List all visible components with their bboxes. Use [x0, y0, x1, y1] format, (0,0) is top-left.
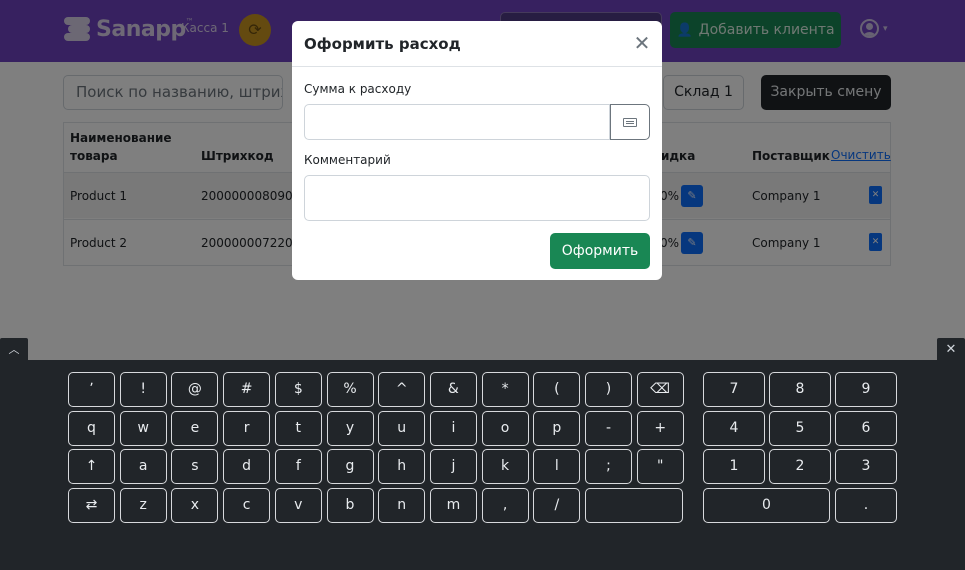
key[interactable]: ʼ: [68, 372, 115, 407]
key[interactable]: @: [171, 372, 219, 407]
keyboard-collapse-button[interactable]: ︿: [0, 338, 28, 360]
modal-header: Оформить расход ✕: [292, 21, 662, 67]
key[interactable]: f: [274, 449, 322, 484]
key[interactable]: s: [171, 449, 219, 484]
numpad-key[interactable]: 3: [835, 449, 897, 484]
key[interactable]: %: [326, 372, 374, 407]
numpad-key[interactable]: 0: [703, 488, 830, 523]
key[interactable]: *: [481, 372, 529, 407]
key[interactable]: j: [429, 449, 477, 484]
numpad-key[interactable]: .: [835, 488, 897, 523]
amount-input[interactable]: [304, 104, 610, 140]
key[interactable]: w: [119, 411, 167, 446]
virtual-keyboard: ʼ! @ # $% ^ & *() ⌫ q w e r t y u i o p - + ↑ a s d f g h j k l; " ⇄ z x c…: [0, 360, 965, 570]
keyboard-icon: [623, 117, 637, 127]
key[interactable]: q: [68, 411, 115, 446]
key[interactable]: m: [429, 488, 477, 523]
key[interactable]: -: [585, 411, 632, 446]
key[interactable]: k: [481, 449, 529, 484]
key[interactable]: y: [326, 411, 374, 446]
language-switch-key[interactable]: ⇄: [68, 488, 115, 523]
numpad-key[interactable]: 2: [769, 449, 831, 484]
comment-textarea[interactable]: [304, 175, 650, 221]
key[interactable]: ,: [481, 488, 529, 523]
key[interactable]: c: [223, 488, 271, 523]
expense-modal: Оформить расход ✕ Сумма к расходу Коммен…: [292, 21, 662, 280]
keyboard-toggle-button[interactable]: [610, 104, 650, 140]
key[interactable]: p: [533, 411, 581, 446]
numpad-key[interactable]: 6: [835, 411, 897, 446]
key[interactable]: r: [223, 411, 271, 446]
key[interactable]: i: [429, 411, 477, 446]
modal-title: Оформить расход: [304, 35, 461, 53]
key[interactable]: v: [274, 488, 322, 523]
numpad-key[interactable]: 1: [703, 449, 765, 484]
key[interactable]: #: [223, 372, 271, 407]
key[interactable]: n: [378, 488, 426, 523]
key[interactable]: &: [429, 372, 477, 407]
shift-key[interactable]: ↑: [68, 449, 115, 484]
comment-label: Комментарий: [304, 153, 391, 167]
numpad-key[interactable]: 9: [835, 372, 897, 407]
numpad-key[interactable]: 5: [769, 411, 831, 446]
numpad-key[interactable]: 4: [703, 411, 765, 446]
key[interactable]: t: [274, 411, 322, 446]
key[interactable]: ^: [378, 372, 426, 407]
chevron-up-icon: ︿: [8, 343, 20, 356]
submit-expense-button[interactable]: Оформить: [550, 233, 650, 269]
key[interactable]: b: [326, 488, 374, 523]
space-key[interactable]: [585, 488, 683, 523]
key[interactable]: $: [274, 372, 322, 407]
key[interactable]: ": [636, 449, 684, 484]
key[interactable]: +: [636, 411, 684, 446]
key[interactable]: a: [119, 449, 167, 484]
backspace-key[interactable]: ⌫: [636, 372, 684, 407]
key[interactable]: /: [533, 488, 581, 523]
close-icon: ✕: [945, 342, 957, 357]
key[interactable]: g: [326, 449, 374, 484]
key[interactable]: e: [171, 411, 219, 446]
key[interactable]: o: [481, 411, 529, 446]
key[interactable]: ): [585, 372, 632, 407]
key[interactable]: h: [378, 449, 426, 484]
key[interactable]: d: [223, 449, 271, 484]
key[interactable]: (: [533, 372, 581, 407]
key[interactable]: x: [171, 488, 219, 523]
key[interactable]: ;: [585, 449, 632, 484]
numpad-key[interactable]: 8: [769, 372, 831, 407]
keyboard-close-button[interactable]: ✕: [937, 338, 965, 360]
key[interactable]: u: [378, 411, 426, 446]
key[interactable]: !: [119, 372, 167, 407]
amount-label: Сумма к расходу: [304, 82, 412, 96]
numpad-key[interactable]: 7: [703, 372, 765, 407]
key[interactable]: z: [119, 488, 167, 523]
close-icon[interactable]: ✕: [632, 33, 652, 53]
key[interactable]: l: [533, 449, 581, 484]
